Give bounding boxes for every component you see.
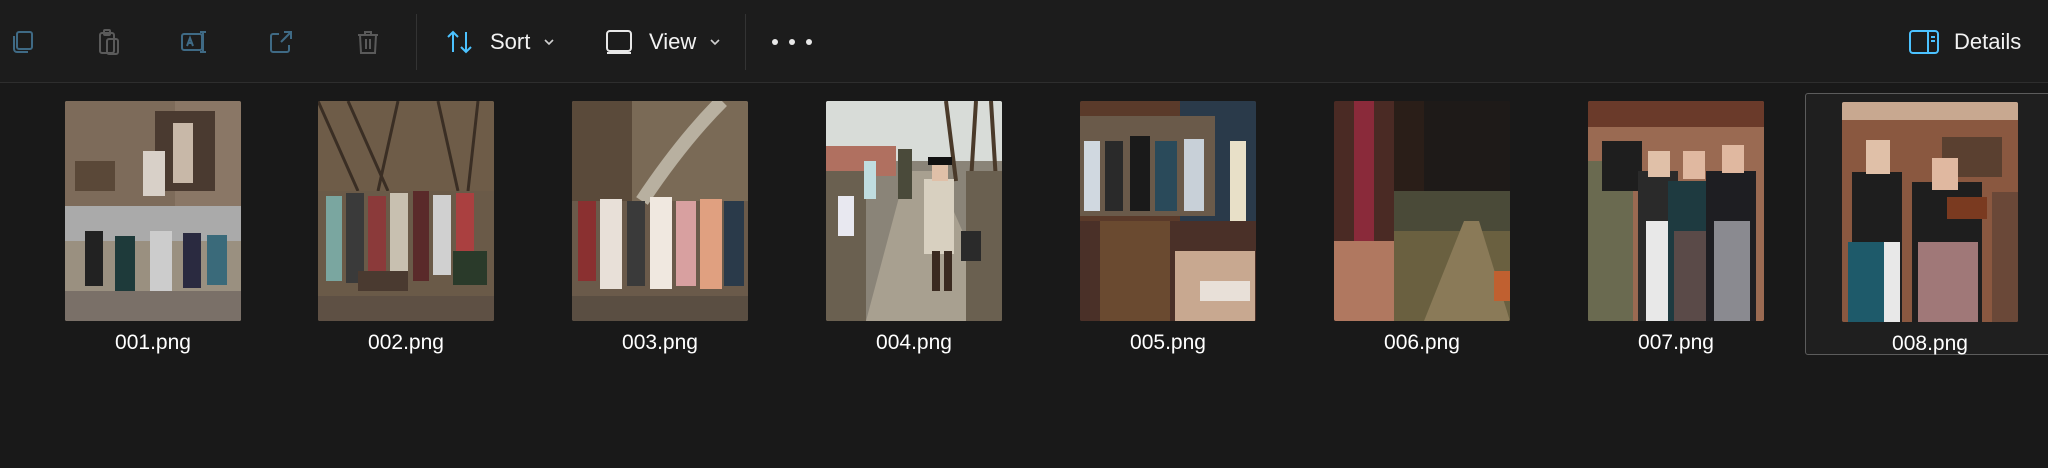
view-icon xyxy=(606,30,632,54)
chevron-down-icon xyxy=(710,39,720,46)
paste-icon[interactable] xyxy=(88,21,130,63)
file-name: 006.png xyxy=(1384,331,1460,354)
sort-icon xyxy=(447,30,472,54)
file-tile[interactable]: 002.png xyxy=(281,93,531,355)
sort-button[interactable]: Sort xyxy=(444,20,556,64)
rename-icon[interactable] xyxy=(173,21,215,63)
file-name: 007.png xyxy=(1638,331,1714,354)
command-bar: Sort View Details xyxy=(0,0,2048,83)
details-label: Details xyxy=(1954,29,2022,54)
image-thumbnail xyxy=(1080,101,1256,321)
file-tile[interactable]: 007.png xyxy=(1551,93,1801,355)
file-tile[interactable]: 006.png xyxy=(1297,93,1547,355)
copy-icon[interactable] xyxy=(2,21,44,63)
toolbar-separator xyxy=(416,14,417,70)
image-thumbnail xyxy=(318,101,494,321)
details-pane-icon xyxy=(1909,30,1939,54)
more-icon[interactable] xyxy=(772,28,812,56)
image-thumbnail xyxy=(1588,101,1764,321)
image-thumbnail xyxy=(572,101,748,321)
view-button[interactable]: View xyxy=(603,20,722,64)
view-label: View xyxy=(649,29,697,54)
file-tile[interactable]: 005.png xyxy=(1043,93,1293,355)
file-grid: 001.png 002.png 003.png 004.png 005.png … xyxy=(0,83,2048,468)
toolbar-separator xyxy=(745,14,746,70)
file-tile[interactable]: 004.png xyxy=(789,93,1039,355)
sort-label: Sort xyxy=(490,29,531,54)
file-tile[interactable]: 003.png xyxy=(535,93,785,355)
file-tile-selected[interactable]: 008.png xyxy=(1805,93,2048,355)
file-name: 005.png xyxy=(1130,331,1206,354)
file-name: 008.png xyxy=(1892,332,1968,355)
file-tile[interactable]: 001.png xyxy=(28,93,278,355)
file-name: 003.png xyxy=(622,331,698,354)
image-thumbnail xyxy=(1842,102,2018,322)
share-icon[interactable] xyxy=(260,21,302,63)
chevron-down-icon xyxy=(544,39,554,46)
image-thumbnail xyxy=(826,101,1002,321)
image-thumbnail xyxy=(65,101,241,321)
delete-icon[interactable] xyxy=(347,21,389,63)
file-name: 002.png xyxy=(368,331,444,354)
file-name: 001.png xyxy=(115,331,191,354)
details-button[interactable]: Details xyxy=(1908,20,2021,64)
file-name: 004.png xyxy=(876,331,952,354)
image-thumbnail xyxy=(1334,101,1510,321)
